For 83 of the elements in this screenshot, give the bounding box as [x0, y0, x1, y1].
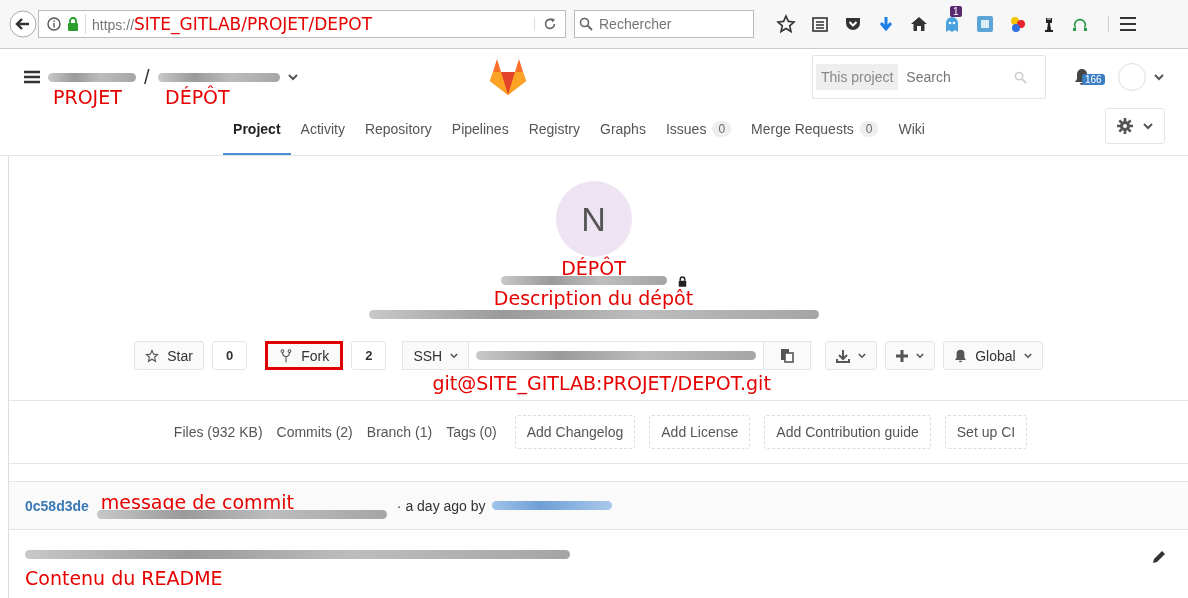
- project-avatar: N: [555, 181, 632, 257]
- lock-icon: [67, 17, 79, 31]
- reload-icon[interactable]: [534, 17, 557, 31]
- back-icon[interactable]: [8, 9, 38, 39]
- menu-icon[interactable]: [24, 70, 40, 84]
- notification-dropdown[interactable]: Global: [943, 341, 1043, 370]
- caret-icon[interactable]: [1154, 73, 1164, 81]
- annotation-text: SITE_GITLAB/PROJET/DEPOT: [134, 14, 373, 34]
- clipboard-icon: [780, 348, 795, 363]
- lock-icon: [677, 276, 687, 287]
- badge: 1: [950, 6, 962, 17]
- nav-tab[interactable]: Repository: [354, 105, 442, 155]
- nav-tab[interactable]: Pipelines: [441, 105, 519, 155]
- add-file-button[interactable]: Set up CI: [944, 415, 1028, 449]
- annotation-text: git@SITE_GITLAB:PROJET/DEPOT.git: [432, 372, 771, 394]
- settings-icon: [1117, 118, 1133, 134]
- search-icon: [1014, 70, 1028, 84]
- breadcrumb-separator: /: [144, 65, 150, 89]
- caret-icon: [916, 352, 925, 359]
- stat-link[interactable]: Tags (0): [442, 424, 501, 440]
- star-button[interactable]: Star: [134, 341, 204, 370]
- notification-badge: 166: [1082, 74, 1105, 85]
- caret-icon[interactable]: [287, 73, 298, 81]
- nav-tab[interactable]: Issues 0: [655, 105, 742, 155]
- ghost-icon[interactable]: [943, 15, 961, 33]
- star-icon[interactable]: [776, 14, 796, 34]
- count-badge: 0: [859, 121, 879, 137]
- pencil-icon[interactable]: [1152, 550, 1166, 564]
- chess-piece-icon[interactable]: [1042, 15, 1056, 33]
- fork-button[interactable]: Fork: [265, 341, 344, 370]
- bell-icon: [954, 348, 968, 363]
- star-count: 0: [211, 341, 248, 370]
- caret-icon: [1143, 122, 1153, 130]
- caret-icon: [1023, 352, 1032, 359]
- search-field[interactable]: Rechercher: [574, 10, 754, 38]
- count-badge: 0: [712, 121, 732, 137]
- caret-icon: [858, 352, 867, 359]
- add-dropdown[interactable]: [885, 341, 936, 370]
- fork-icon: [279, 348, 294, 363]
- download-icon[interactable]: [877, 15, 895, 33]
- nav-tab[interactable]: Project: [223, 105, 291, 155]
- info-icon: [47, 17, 61, 31]
- clone-url-field[interactable]: [469, 341, 764, 370]
- plus-icon: [896, 349, 909, 362]
- s-square-icon[interactable]: [976, 15, 994, 33]
- search-icon: [579, 17, 593, 31]
- annotation-text: DÉPÔT: [165, 86, 230, 108]
- download-dropdown[interactable]: [825, 341, 878, 370]
- nav-tab[interactable]: Registry: [518, 105, 590, 155]
- stat-link[interactable]: Branch (1): [362, 424, 437, 440]
- star-icon: [145, 348, 160, 363]
- nav-tab[interactable]: Graphs: [590, 105, 656, 155]
- reader-icon[interactable]: [811, 15, 829, 33]
- annotation-text: PROJET: [53, 86, 122, 108]
- search-input[interactable]: Rechercher: [597, 15, 741, 33]
- stat-link[interactable]: Commits (2): [272, 424, 357, 440]
- commit-sha-link[interactable]: 0c58d3de: [25, 497, 89, 514]
- colored-dots-icon[interactable]: [1009, 15, 1027, 33]
- annotation-text: DÉPÔT: [561, 257, 626, 281]
- fox-logo-icon[interactable]: [488, 58, 528, 96]
- nav-tab[interactable]: Wiki: [888, 105, 935, 155]
- add-file-button[interactable]: Add Changelog: [514, 415, 636, 449]
- home-icon[interactable]: [910, 15, 928, 33]
- copy-button[interactable]: [763, 341, 812, 370]
- fork-count: 2: [351, 341, 387, 370]
- add-file-button[interactable]: Add License: [649, 415, 751, 449]
- caret-icon: [450, 352, 459, 359]
- annotation-text: Description du dépôt: [493, 287, 694, 311]
- stat-link[interactable]: Files (932 KB): [169, 424, 267, 440]
- annotation-text: message de commit: [100, 490, 294, 513]
- nav-tab[interactable]: Merge Requests 0: [741, 105, 889, 155]
- pocket-icon[interactable]: [844, 15, 862, 33]
- commit-meta: · a day ago by: [396, 497, 486, 514]
- annotation-text: Contenu du README: [25, 567, 224, 589]
- add-file-button[interactable]: Add Contribution guide: [764, 415, 931, 449]
- search-scope: This project: [816, 64, 899, 90]
- settings-button[interactable]: [1105, 108, 1165, 144]
- nav-tab[interactable]: Activity: [290, 105, 355, 155]
- search-input[interactable]: Search: [904, 68, 1009, 86]
- protocol-dropdown[interactable]: SSH: [402, 341, 470, 370]
- download-icon: [836, 348, 851, 363]
- address-bar[interactable]: https://SITE_GITLAB/PROJET/DEPOT: [38, 10, 566, 38]
- url-text: https://: [92, 17, 135, 33]
